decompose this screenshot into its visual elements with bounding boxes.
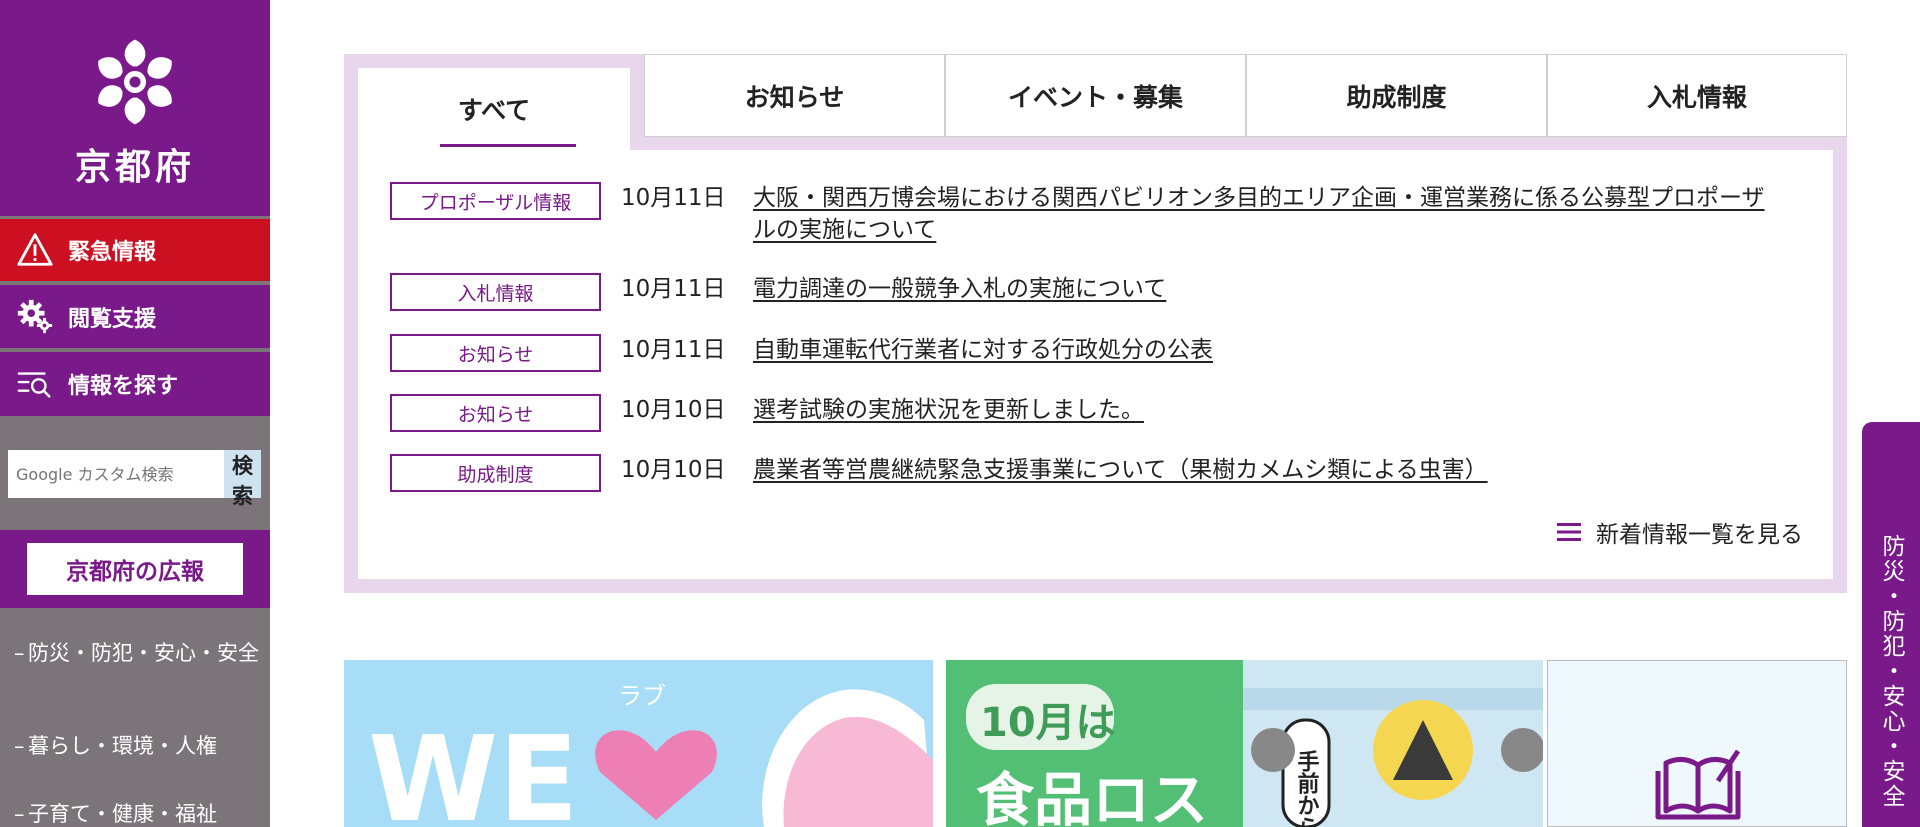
dash-icon: – bbox=[14, 734, 25, 758]
more-news-link[interactable]: 新着情報一覧を見る bbox=[1556, 515, 1803, 549]
reading-banner[interactable] bbox=[1547, 660, 1847, 827]
category-link-childcare[interactable]: – 子育て・健康・福祉 bbox=[14, 801, 264, 827]
search-input[interactable] bbox=[8, 450, 224, 498]
banner-ruby: ラブ bbox=[618, 682, 666, 710]
banner-month: 10月は bbox=[980, 700, 1116, 746]
banner-slogan: 手前から bbox=[1294, 750, 1320, 827]
pr-band: 京都府の広報 bbox=[0, 530, 270, 608]
disaster-safety-side-tab[interactable]: 防災・防犯・安心・安全 bbox=[1862, 422, 1920, 827]
food-loss-banner-illustration: 手前から bbox=[1243, 660, 1543, 827]
tab-grants[interactable]: 助成制度 bbox=[1246, 54, 1547, 137]
browsing-support-label: 閲覧支援 bbox=[68, 306, 157, 332]
sidebar: 京都府 緊急情報 閲覧支援 情報を探す Google カスタム検索 検索 京都府… bbox=[0, 0, 270, 827]
we-love-banner[interactable]: WE ラブ bbox=[344, 660, 933, 827]
news-panel: すべて お知らせ イベント・募集 助成制度 入札情報 プロポーザル情報 10月1… bbox=[344, 54, 1847, 593]
active-tab-indicator bbox=[440, 144, 576, 147]
banner-headline: 食品ロス bbox=[976, 766, 1208, 827]
tab-bids[interactable]: 入札情報 bbox=[1547, 54, 1847, 137]
news-category-badge: 入札情報 bbox=[390, 273, 601, 311]
category-label: 暮らし・環境・人権 bbox=[28, 734, 217, 758]
emergency-info-button[interactable]: 緊急情報 bbox=[0, 219, 270, 281]
find-info-button[interactable]: 情報を探す bbox=[0, 352, 270, 416]
dash-icon: – bbox=[14, 802, 25, 826]
news-category-badge: 助成制度 bbox=[390, 454, 601, 492]
news-date: 10月10日 bbox=[621, 457, 726, 483]
food-loss-banner[interactable]: 10月は 食品ロス 手前から bbox=[946, 660, 1543, 827]
category-label: 防災・防犯・安心・安全 bbox=[28, 641, 259, 665]
news-category-badge: プロポーザル情報 bbox=[390, 182, 601, 220]
search-button[interactable]: 検索 bbox=[224, 450, 261, 508]
news-title-link[interactable]: 選考試験の実施状況を更新しました。 bbox=[753, 394, 1144, 426]
emergency-info-label: 緊急情報 bbox=[68, 240, 157, 265]
news-item: お知らせ 10月10日 選考試験の実施状況を更新しました。 bbox=[390, 394, 1810, 432]
we-love-banner-art: WE ラブ bbox=[368, 682, 933, 827]
browsing-support-button[interactable]: 閲覧支援 bbox=[0, 285, 270, 348]
news-date: 10月11日 bbox=[621, 185, 726, 211]
news-item: 助成制度 10月10日 農業者等営農継続緊急支援事業について（果樹カメムシ類によ… bbox=[390, 454, 1810, 492]
news-item: 入札情報 10月11日 電力調達の一般競争入札の実施について bbox=[390, 273, 1810, 311]
search-list-icon bbox=[17, 372, 51, 398]
news-item: プロポーザル情報 10月11日 大阪・関西万博会場における関西パビリオン多目的エ… bbox=[390, 182, 1810, 246]
news-category-badge: お知らせ bbox=[390, 394, 601, 432]
news-title-link[interactable]: 農業者等営農継続緊急支援事業について（果樹カメムシ類による虫害） bbox=[753, 454, 1488, 486]
tab-label: すべて bbox=[457, 96, 531, 125]
banner-big-text: WE bbox=[368, 710, 579, 827]
book-banner-art bbox=[1655, 749, 1741, 820]
dash-icon: – bbox=[14, 641, 25, 665]
warning-icon bbox=[17, 233, 53, 266]
news-date: 10月10日 bbox=[621, 397, 726, 423]
news-category-badge: お知らせ bbox=[390, 334, 601, 372]
list-icon bbox=[1557, 523, 1581, 541]
site-search: 検索 bbox=[8, 450, 261, 508]
tab-all[interactable]: すべて bbox=[358, 68, 630, 150]
news-title-link[interactable]: 電力調達の一般競争入札の実施について bbox=[753, 273, 1166, 305]
site-logo[interactable]: 京都府 bbox=[0, 0, 270, 216]
book-pen-icon bbox=[1655, 749, 1741, 820]
heart-icon bbox=[595, 730, 717, 820]
news-title-link[interactable]: 自動車運転代行業者に対する行政処分の公表 bbox=[753, 334, 1213, 366]
more-news-label: 新着情報一覧を見る bbox=[1596, 522, 1803, 548]
logo-text: 京都府 bbox=[74, 147, 195, 188]
kyoto-pr-button[interactable]: 京都府の広報 bbox=[27, 543, 243, 595]
find-info-label: 情報を探す bbox=[68, 374, 179, 399]
news-date: 10月11日 bbox=[621, 337, 726, 363]
news-list: プロポーザル情報 10月11日 大阪・関西万博会場における関西パビリオン多目的エ… bbox=[358, 150, 1833, 579]
tab-notices[interactable]: お知らせ bbox=[644, 54, 945, 137]
tab-events[interactable]: イベント・募集 bbox=[945, 54, 1246, 137]
news-title-link[interactable]: 大阪・関西万博会場における関西パビリオン多目的エリア企画・運営業務に係る公募型プ… bbox=[753, 182, 1783, 246]
category-link-living[interactable]: – 暮らし・環境・人権 bbox=[14, 733, 264, 759]
kyoto-crest-icon bbox=[98, 39, 172, 125]
gear-icon bbox=[17, 299, 53, 333]
category-label: 子育て・健康・福祉 bbox=[28, 802, 217, 826]
category-link-disaster[interactable]: – 防災・防犯・安心・安全 bbox=[14, 640, 264, 666]
news-date: 10月11日 bbox=[621, 276, 726, 302]
food-loss-banner-art: 10月は 食品ロス bbox=[966, 684, 1208, 827]
news-item: お知らせ 10月11日 自動車運転代行業者に対する行政処分の公表 bbox=[390, 334, 1810, 372]
